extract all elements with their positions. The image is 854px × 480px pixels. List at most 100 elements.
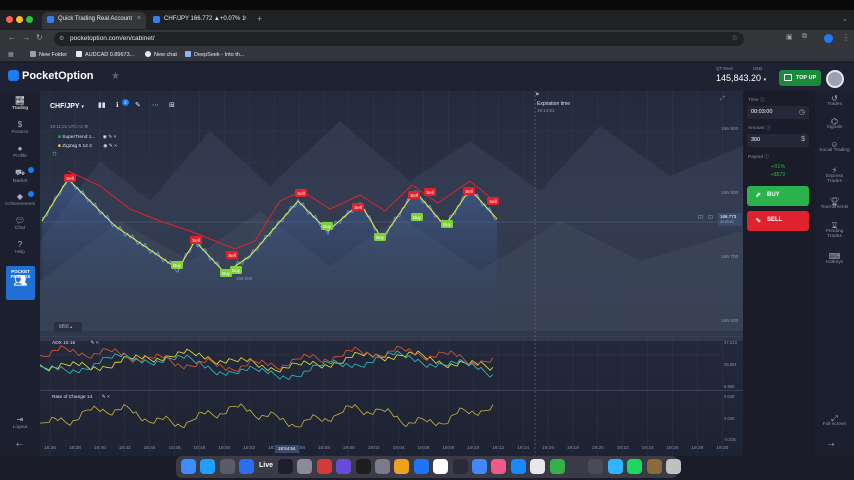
dock-app-icon[interactable] [607,459,623,474]
dock-app-icon[interactable] [219,459,235,474]
dock-app-icon[interactable] [355,459,371,474]
remove-icon[interactable]: × [114,144,117,149]
timeframe-selector[interactable]: M56 ▴ [54,322,82,332]
sidebar-item-profile[interactable]: ● Profile [0,144,40,159]
dock-app-icon[interactable] [530,459,546,474]
dock-app-icon[interactable] [549,459,565,474]
logo[interactable]: PocketOption [8,70,94,82]
dock-app-icon[interactable] [200,459,216,474]
info-icon[interactable]: ⓘ [764,155,769,160]
dock-app-icon[interactable] [413,459,429,474]
new-tab-icon[interactable]: + [257,14,262,24]
sidebar-item-trading[interactable]: 📈︎ Trading [0,96,40,111]
sidebar-item-tournaments[interactable]: 🏆︎ Tournaments [815,198,854,210]
minimize-window-icon[interactable] [16,16,23,23]
sidebar-item-finance[interactable]: $ Finance [0,120,40,135]
top-up-button[interactable]: TOP UP [779,70,821,86]
bell-icon[interactable]: ⊡ [708,214,713,221]
reload-icon[interactable]: ↻ [36,33,43,42]
time-field[interactable]: 00:03:00 ◷ [747,106,809,119]
bookmark-deepseek[interactable]: DeepSeek - Into th... [185,51,244,58]
zoom-window-icon[interactable] [26,16,33,23]
dock-app-icon[interactable] [394,459,410,474]
amount-field[interactable]: 300 $ [747,134,809,147]
sidebar-item-pending-trades[interactable]: ⌛︎ Pending Trades [815,222,854,240]
buy-button[interactable]: ⬈ BUY [747,186,809,206]
remove-icon[interactable]: × [114,135,117,140]
profile-avatar[interactable] [824,34,833,43]
sidebar-item-help[interactable]: ? Help [0,240,40,255]
dock-app-icon[interactable] [472,459,487,474]
browser-menu-icon[interactable]: ⋮ [842,33,850,42]
forward-icon[interactable]: → [22,33,30,42]
edit-icon[interactable]: ✎ [102,395,106,400]
indicator-zigzag[interactable]: ■ ZigZag 5 12 3 ◉ ✎ × [58,144,117,149]
sidebar-item-market[interactable]: ⛟ Market [0,168,40,184]
sidebar-item-express-trades[interactable]: ⚡︎ Express Trades [815,167,854,185]
edit-icon[interactable]: ✎ [91,341,95,346]
sidebar-item-trades[interactable]: ↺ Trades [815,95,854,107]
sidebar-item-signals[interactable]: ⌬ Signals [815,118,854,130]
dock-app-icon[interactable] [297,459,313,474]
bookmark-new-chat[interactable]: New chat [145,51,177,58]
drawing-tool-icon[interactable]: ✎ [135,101,141,115]
dock-app-icon[interactable] [181,459,196,474]
bookmark-new-folder[interactable]: New Folder [30,51,67,58]
edit-icon[interactable]: ✎ [108,135,112,140]
dock-app-icon[interactable] [666,459,681,474]
site-info-icon[interactable]: ⚙ [59,35,64,42]
dock-app-icon[interactable] [452,459,468,474]
dock-live-app[interactable]: Live [259,462,273,469]
close-tab-icon[interactable]: × [243,15,247,22]
collapse-panel-icon[interactable]: ⤢ [720,96,725,103]
more-icon[interactable]: ⋯ [152,101,159,115]
lock-icon[interactable]: ⊡ [698,214,703,221]
bookmark-audcad[interactable]: AUDCAD 0.89673... [76,51,134,58]
clock-icon[interactable]: ◷ [799,108,805,116]
expand-arrow-icon[interactable]: ⇢ [828,440,835,449]
chart-area[interactable]: Sell Sell Sell Sell Sell Sell Sell Sell Sell Buy B… [40,91,743,456]
dock-app-icon[interactable] [491,459,507,474]
dock-app-icon[interactable] [627,459,643,474]
close-tab-icon[interactable]: × [137,15,141,22]
apps-grid-icon[interactable]: ▦ [8,51,14,58]
dock-app-icon[interactable] [646,459,662,474]
dock-app-icon[interactable] [433,459,449,474]
chart-type-icon[interactable]: ▮▮ [98,101,106,115]
indicators-icon[interactable]: ℹ︎ [116,101,119,115]
extension-icon[interactable]: ▣ [786,33,793,41]
asset-selector[interactable]: CHF/JPY ▾ [50,103,84,110]
visibility-icon[interactable]: ◉ [103,135,107,140]
fullscreen-button[interactable]: ⤢ Full screen [815,415,854,427]
edit-icon[interactable]: ✎ [109,144,113,149]
indicator-supertrend[interactable]: ■ SuperTrend 1... ◉ ✎ × [58,135,116,140]
pocket-friends-banner[interactable]: POCKET FRIENDS 👥︎ [6,266,35,300]
avatar[interactable] [826,70,844,88]
collapse-arrow-icon[interactable]: ⇠ [16,440,23,449]
dock-app-icon[interactable] [278,459,293,474]
info-icon[interactable]: ⓘ [760,98,765,103]
url-field[interactable]: ⚙ pocketoption.com/en/cabinet/ ☆ [54,32,744,46]
sidebar-item-chat[interactable]: 💬︎ Chat [0,216,40,231]
dock-app-icon[interactable] [336,459,352,474]
remove-icon[interactable]: × [107,395,110,400]
close-window-icon[interactable] [6,16,13,23]
dock-app-icon[interactable] [510,459,526,474]
sidebar-item-social-trading[interactable]: ☺ Social Trading [815,141,854,153]
tab-chfjpy[interactable]: CHF/JPY 166.772 ▲+0.07% 1 × [148,12,252,29]
back-icon[interactable]: ← [8,33,16,42]
info-icon[interactable]: ⓘ [766,126,771,131]
settings-icon[interactable]: ⚙ [84,124,88,129]
remove-icon[interactable]: × [96,341,99,346]
extensions-puzzle-icon[interactable]: ⧉ [802,33,807,41]
sidebar-item-logout[interactable]: ⇥ Logout [0,415,40,430]
dock-app-icon[interactable] [316,459,332,474]
balance[interactable]: 145,843.20 ▾ [716,73,766,83]
layout-grid-icon[interactable]: ⊞ [169,101,175,115]
tab-search-icon[interactable]: ⌄ [842,15,848,23]
collapse-indicators-icon[interactable]: ⇈ [52,151,57,158]
bookmark-star-icon[interactable]: ☆ [732,34,738,42]
visibility-icon[interactable]: ◉ [103,144,107,149]
dock-app-icon[interactable] [588,459,604,474]
dock-app-icon[interactable] [239,459,255,474]
